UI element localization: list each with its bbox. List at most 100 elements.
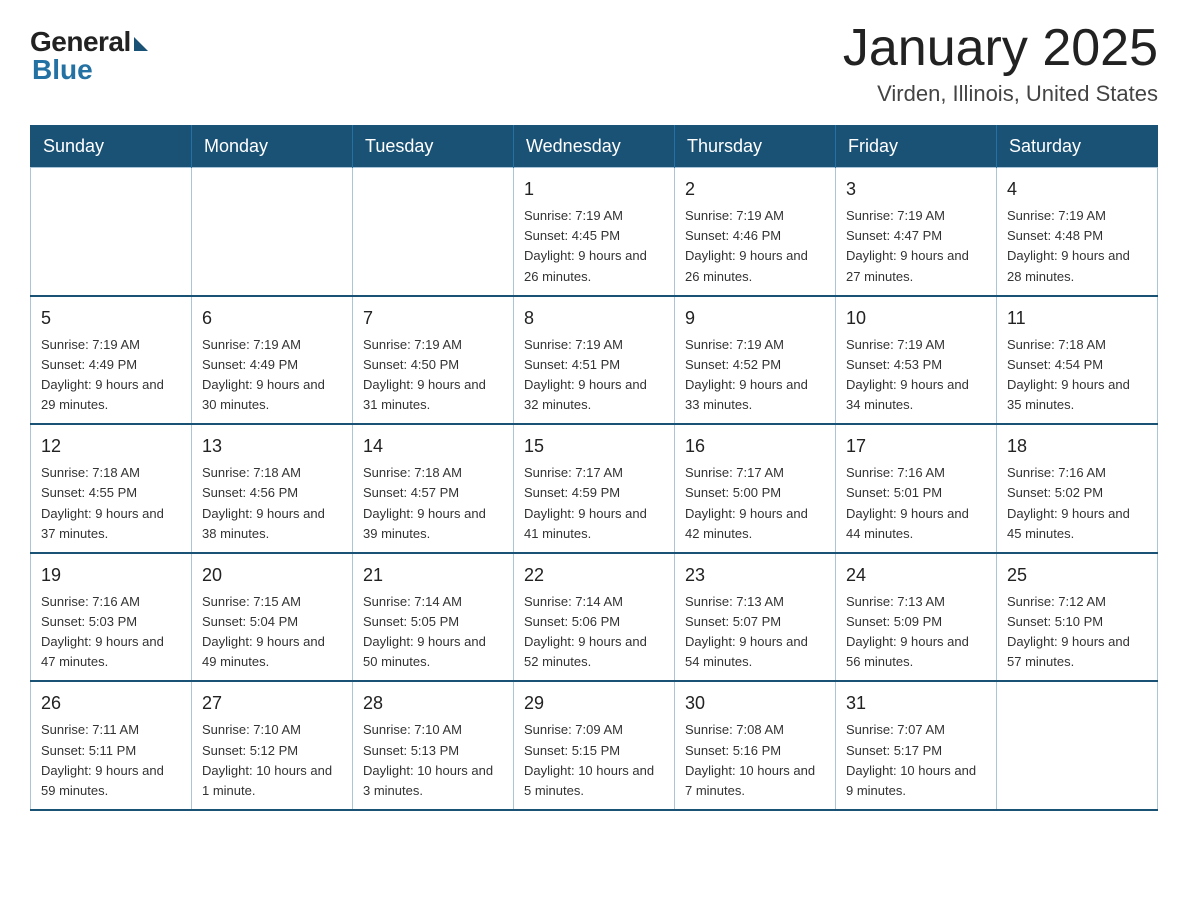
calendar-day-header: Tuesday xyxy=(353,126,514,168)
page-header: General Blue January 2025 Virden, Illino… xyxy=(30,20,1158,107)
calendar-cell: 10 Sunrise: 7:19 AM Sunset: 4:53 PM Dayli… xyxy=(836,296,997,425)
calendar-cell: 16 Sunrise: 7:17 AM Sunset: 5:00 PM Dayli… xyxy=(675,424,836,553)
month-title: January 2025 xyxy=(843,20,1158,77)
cell-day-info: Sunrise: 7:19 AM Sunset: 4:53 PM Dayligh… xyxy=(846,335,986,416)
cell-day-number: 21 xyxy=(363,562,503,589)
calendar-cell: 3 Sunrise: 7:19 AM Sunset: 4:47 PM Daylig… xyxy=(836,168,997,296)
calendar-cell: 14 Sunrise: 7:18 AM Sunset: 4:57 PM Dayli… xyxy=(353,424,514,553)
calendar-table: SundayMondayTuesdayWednesdayThursdayFrid… xyxy=(30,125,1158,811)
cell-day-number: 5 xyxy=(41,305,181,332)
cell-day-number: 10 xyxy=(846,305,986,332)
cell-day-info: Sunrise: 7:18 AM Sunset: 4:55 PM Dayligh… xyxy=(41,463,181,544)
calendar-week-row: 5Sunrise: 7:19 AM Sunset: 4:49 PM Daylig… xyxy=(31,296,1158,425)
calendar-cell: 26 Sunrise: 7:11 AM Sunset: 5:11 PM Dayli… xyxy=(31,681,192,810)
calendar-cell: 5Sunrise: 7:19 AM Sunset: 4:49 PM Daylig… xyxy=(31,296,192,425)
calendar-week-row: 1 Sunrise: 7:19 AM Sunset: 4:45 PM Daylig… xyxy=(31,168,1158,296)
cell-day-number: 28 xyxy=(363,690,503,717)
calendar-cell: 28Sunrise: 7:10 AM Sunset: 5:13 PM Dayli… xyxy=(353,681,514,810)
cell-day-number: 27 xyxy=(202,690,342,717)
cell-day-info: Sunrise: 7:12 AM Sunset: 5:10 PM Dayligh… xyxy=(1007,592,1147,673)
cell-day-number: 18 xyxy=(1007,433,1147,460)
cell-day-number: 26 xyxy=(41,690,181,717)
calendar-cell: 24Sunrise: 7:13 AM Sunset: 5:09 PM Dayli… xyxy=(836,553,997,682)
calendar-cell: 18 Sunrise: 7:16 AM Sunset: 5:02 PM Dayli… xyxy=(997,424,1158,553)
cell-day-number: 9 xyxy=(685,305,825,332)
calendar-cell: 9 Sunrise: 7:19 AM Sunset: 4:52 PM Daylig… xyxy=(675,296,836,425)
cell-day-number: 29 xyxy=(524,690,664,717)
calendar-cell: 6Sunrise: 7:19 AM Sunset: 4:49 PM Daylig… xyxy=(192,296,353,425)
cell-day-info: Sunrise: 7:13 AM Sunset: 5:07 PM Dayligh… xyxy=(685,592,825,673)
cell-day-info: Sunrise: 7:19 AM Sunset: 4:48 PM Dayligh… xyxy=(1007,206,1147,287)
logo-triangle-icon xyxy=(134,37,148,51)
cell-day-info: Sunrise: 7:10 AM Sunset: 5:12 PM Dayligh… xyxy=(202,720,342,801)
cell-day-info: Sunrise: 7:18 AM Sunset: 4:57 PM Dayligh… xyxy=(363,463,503,544)
calendar-cell: 19Sunrise: 7:16 AM Sunset: 5:03 PM Dayli… xyxy=(31,553,192,682)
cell-day-number: 31 xyxy=(846,690,986,717)
cell-day-info: Sunrise: 7:11 AM Sunset: 5:11 PM Dayligh… xyxy=(41,720,181,801)
cell-day-info: Sunrise: 7:16 AM Sunset: 5:01 PM Dayligh… xyxy=(846,463,986,544)
cell-day-number: 22 xyxy=(524,562,664,589)
calendar-week-row: 12 Sunrise: 7:18 AM Sunset: 4:55 PM Dayli… xyxy=(31,424,1158,553)
cell-day-info: Sunrise: 7:13 AM Sunset: 5:09 PM Dayligh… xyxy=(846,592,986,673)
cell-day-info: Sunrise: 7:17 AM Sunset: 4:59 PM Dayligh… xyxy=(524,463,664,544)
calendar-cell: 30 Sunrise: 7:08 AM Sunset: 5:16 PM Dayli… xyxy=(675,681,836,810)
cell-day-info: Sunrise: 7:19 AM Sunset: 4:50 PM Dayligh… xyxy=(363,335,503,416)
cell-day-number: 7 xyxy=(363,305,503,332)
cell-day-number: 16 xyxy=(685,433,825,460)
calendar-cell: 8 Sunrise: 7:19 AM Sunset: 4:51 PM Daylig… xyxy=(514,296,675,425)
cell-day-info: Sunrise: 7:18 AM Sunset: 4:56 PM Dayligh… xyxy=(202,463,342,544)
calendar-cell: 29 Sunrise: 7:09 AM Sunset: 5:15 PM Dayli… xyxy=(514,681,675,810)
logo-blue-text: Blue xyxy=(32,54,93,86)
calendar-cell: 21 Sunrise: 7:14 AM Sunset: 5:05 PM Dayli… xyxy=(353,553,514,682)
calendar-cell xyxy=(353,168,514,296)
calendar-day-header: Friday xyxy=(836,126,997,168)
cell-day-number: 3 xyxy=(846,176,986,203)
cell-day-info: Sunrise: 7:19 AM Sunset: 4:47 PM Dayligh… xyxy=(846,206,986,287)
calendar-day-header: Monday xyxy=(192,126,353,168)
cell-day-info: Sunrise: 7:14 AM Sunset: 5:05 PM Dayligh… xyxy=(363,592,503,673)
calendar-cell: 27 Sunrise: 7:10 AM Sunset: 5:12 PM Dayli… xyxy=(192,681,353,810)
calendar-header-row: SundayMondayTuesdayWednesdayThursdayFrid… xyxy=(31,126,1158,168)
cell-day-number: 30 xyxy=(685,690,825,717)
cell-day-number: 12 xyxy=(41,433,181,460)
cell-day-info: Sunrise: 7:19 AM Sunset: 4:45 PM Dayligh… xyxy=(524,206,664,287)
calendar-cell: 2 Sunrise: 7:19 AM Sunset: 4:46 PM Daylig… xyxy=(675,168,836,296)
cell-day-number: 6 xyxy=(202,305,342,332)
cell-day-number: 19 xyxy=(41,562,181,589)
cell-day-info: Sunrise: 7:09 AM Sunset: 5:15 PM Dayligh… xyxy=(524,720,664,801)
cell-day-info: Sunrise: 7:17 AM Sunset: 5:00 PM Dayligh… xyxy=(685,463,825,544)
calendar-day-header: Saturday xyxy=(997,126,1158,168)
calendar-cell xyxy=(31,168,192,296)
calendar-cell: 12 Sunrise: 7:18 AM Sunset: 4:55 PM Dayli… xyxy=(31,424,192,553)
calendar-cell: 22Sunrise: 7:14 AM Sunset: 5:06 PM Dayli… xyxy=(514,553,675,682)
calendar-day-header: Sunday xyxy=(31,126,192,168)
cell-day-info: Sunrise: 7:19 AM Sunset: 4:51 PM Dayligh… xyxy=(524,335,664,416)
calendar-cell: 20 Sunrise: 7:15 AM Sunset: 5:04 PM Dayli… xyxy=(192,553,353,682)
calendar-cell: 31Sunrise: 7:07 AM Sunset: 5:17 PM Dayli… xyxy=(836,681,997,810)
cell-day-number: 23 xyxy=(685,562,825,589)
cell-day-number: 20 xyxy=(202,562,342,589)
cell-day-number: 4 xyxy=(1007,176,1147,203)
cell-day-info: Sunrise: 7:15 AM Sunset: 5:04 PM Dayligh… xyxy=(202,592,342,673)
calendar-cell: 25Sunrise: 7:12 AM Sunset: 5:10 PM Dayli… xyxy=(997,553,1158,682)
calendar-cell: 17Sunrise: 7:16 AM Sunset: 5:01 PM Dayli… xyxy=(836,424,997,553)
cell-day-info: Sunrise: 7:19 AM Sunset: 4:52 PM Dayligh… xyxy=(685,335,825,416)
calendar-day-header: Thursday xyxy=(675,126,836,168)
calendar-cell: 4 Sunrise: 7:19 AM Sunset: 4:48 PM Daylig… xyxy=(997,168,1158,296)
cell-day-number: 2 xyxy=(685,176,825,203)
cell-day-info: Sunrise: 7:08 AM Sunset: 5:16 PM Dayligh… xyxy=(685,720,825,801)
calendar-cell xyxy=(997,681,1158,810)
calendar-cell: 13Sunrise: 7:18 AM Sunset: 4:56 PM Dayli… xyxy=(192,424,353,553)
location-title: Virden, Illinois, United States xyxy=(843,81,1158,107)
calendar-day-header: Wednesday xyxy=(514,126,675,168)
calendar-cell: 7 Sunrise: 7:19 AM Sunset: 4:50 PM Daylig… xyxy=(353,296,514,425)
cell-day-number: 11 xyxy=(1007,305,1147,332)
cell-day-number: 8 xyxy=(524,305,664,332)
cell-day-number: 14 xyxy=(363,433,503,460)
cell-day-number: 15 xyxy=(524,433,664,460)
cell-day-info: Sunrise: 7:19 AM Sunset: 4:46 PM Dayligh… xyxy=(685,206,825,287)
cell-day-number: 1 xyxy=(524,176,664,203)
cell-day-info: Sunrise: 7:16 AM Sunset: 5:02 PM Dayligh… xyxy=(1007,463,1147,544)
calendar-cell xyxy=(192,168,353,296)
calendar-week-row: 26 Sunrise: 7:11 AM Sunset: 5:11 PM Dayli… xyxy=(31,681,1158,810)
